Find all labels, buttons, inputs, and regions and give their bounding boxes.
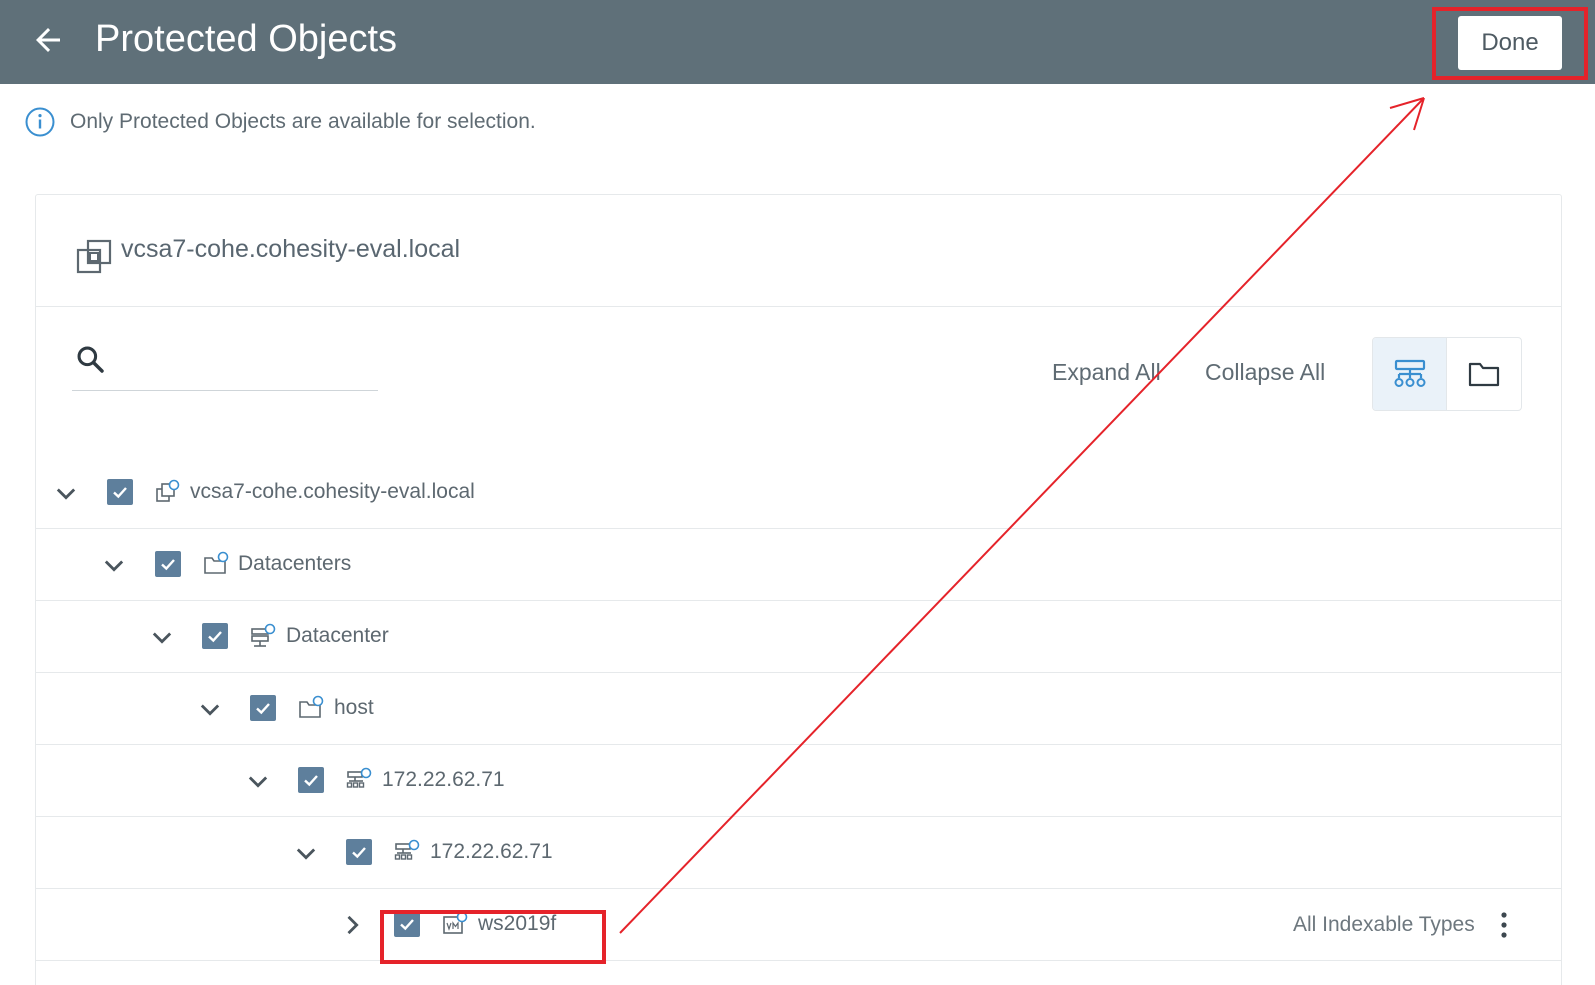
search-input[interactable] <box>72 335 378 391</box>
hierarchy-icon <box>1394 359 1425 387</box>
folder-view-button[interactable] <box>1447 338 1521 410</box>
tree-row[interactable]: 172.22.62.71 <box>36 817 1561 889</box>
tree-checkbox[interactable] <box>107 479 133 505</box>
check-icon <box>256 703 270 715</box>
tree-row[interactable]: host <box>36 673 1561 745</box>
object-tree-panel: vcsa7-cohe.cohesity-eval.local Expand Al… <box>35 194 1562 985</box>
check-icon <box>208 631 222 643</box>
check-icon <box>352 847 366 859</box>
hierarchy-view-button[interactable] <box>1373 338 1447 410</box>
vcenter-icon <box>76 239 112 274</box>
check-icon <box>304 775 318 787</box>
view-toggle <box>1372 337 1522 411</box>
tree-node-label: host <box>334 696 374 719</box>
chevron-down-icon[interactable] <box>100 551 128 579</box>
tree-row[interactable]: 172.22.62.71 <box>36 745 1561 817</box>
tree-node-label: vcsa7-cohe.cohesity-eval.local <box>190 480 475 503</box>
page-title: Protected Objects <box>95 18 398 60</box>
tree-node-label: 172.22.62.71 <box>430 840 553 863</box>
tree-node-label: Datacenters <box>238 552 352 575</box>
info-message: Only Protected Objects are available for… <box>24 106 536 138</box>
cluster-icon <box>394 839 420 860</box>
vm-icon <box>443 911 468 934</box>
chevron-right-icon[interactable] <box>338 911 366 939</box>
check-icon <box>113 487 127 499</box>
check-icon <box>400 919 414 931</box>
tree-row[interactable]: Datacenter <box>36 601 1561 673</box>
tree-checkbox[interactable] <box>298 767 324 793</box>
tree-checkbox[interactable] <box>394 911 420 937</box>
more-options-icon[interactable] <box>1494 909 1514 941</box>
datacenter-icon <box>251 623 276 647</box>
expand-all-button[interactable]: Expand All <box>1052 359 1161 386</box>
chevron-down-icon[interactable] <box>292 839 320 867</box>
datacenters-folder-icon <box>204 551 229 574</box>
indexing-types-label: All Indexable Types <box>1293 913 1475 936</box>
chevron-down-icon[interactable] <box>244 767 272 795</box>
source-header: vcsa7-cohe.cohesity-eval.local <box>36 195 1561 307</box>
folder-icon <box>1468 362 1500 387</box>
tree-row[interactable]: vcsa7-cohe.cohesity-eval.local <box>36 457 1561 529</box>
tree-checkbox[interactable] <box>346 839 372 865</box>
chevron-down-icon[interactable] <box>52 479 80 507</box>
check-icon <box>161 559 175 571</box>
host-folder-icon <box>299 695 324 718</box>
tree-checkbox[interactable] <box>202 623 228 649</box>
collapse-all-button[interactable]: Collapse All <box>1205 359 1325 386</box>
top-bar: Protected Objects Done <box>0 0 1595 84</box>
tree-node-label: ws2019f <box>478 912 557 935</box>
info-icon <box>25 107 55 137</box>
tree-checkbox[interactable] <box>250 695 276 721</box>
tree-node-label: Datacenter <box>286 624 389 647</box>
chevron-down-icon[interactable] <box>196 695 224 723</box>
tree-row[interactable]: ws2019f All Indexable Types <box>36 889 1561 961</box>
tree-node-label: 172.22.62.71 <box>382 768 505 791</box>
tree-row[interactable]: Datacenters <box>36 529 1561 601</box>
vcenter-icon <box>156 479 180 502</box>
cluster-icon <box>346 767 372 788</box>
source-name: vcsa7-cohe.cohesity-eval.local <box>121 235 461 263</box>
tree-checkbox[interactable] <box>155 551 181 577</box>
back-arrow-icon[interactable] <box>30 22 66 58</box>
done-button[interactable]: Done <box>1458 16 1562 70</box>
chevron-down-icon[interactable] <box>148 623 176 651</box>
info-text: Only Protected Objects are available for… <box>70 110 536 133</box>
